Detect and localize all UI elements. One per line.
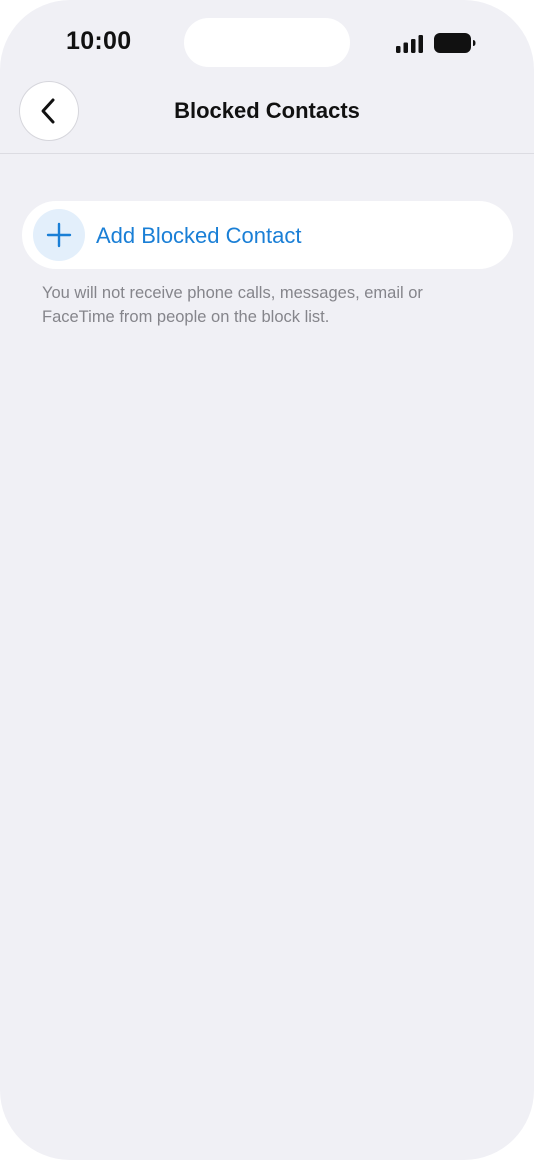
battery-icon (434, 33, 476, 53)
page-title: Blocked Contacts (174, 98, 360, 123)
add-blocked-contact-label: Add Blocked Contact (96, 223, 302, 248)
phone-screen: 10:00 Blocked Contacts Add Blocked Conta… (0, 0, 534, 1160)
dynamic-island (184, 18, 350, 67)
status-time: 10:00 (66, 27, 132, 55)
plus-icon (46, 222, 72, 248)
nav-divider (0, 153, 534, 154)
add-blocked-contact-button[interactable]: Add Blocked Contact (22, 201, 513, 269)
plus-icon-container (33, 209, 85, 261)
signal-icon (396, 35, 423, 53)
block-list-footnote: You will not receive phone calls, messag… (42, 284, 423, 326)
